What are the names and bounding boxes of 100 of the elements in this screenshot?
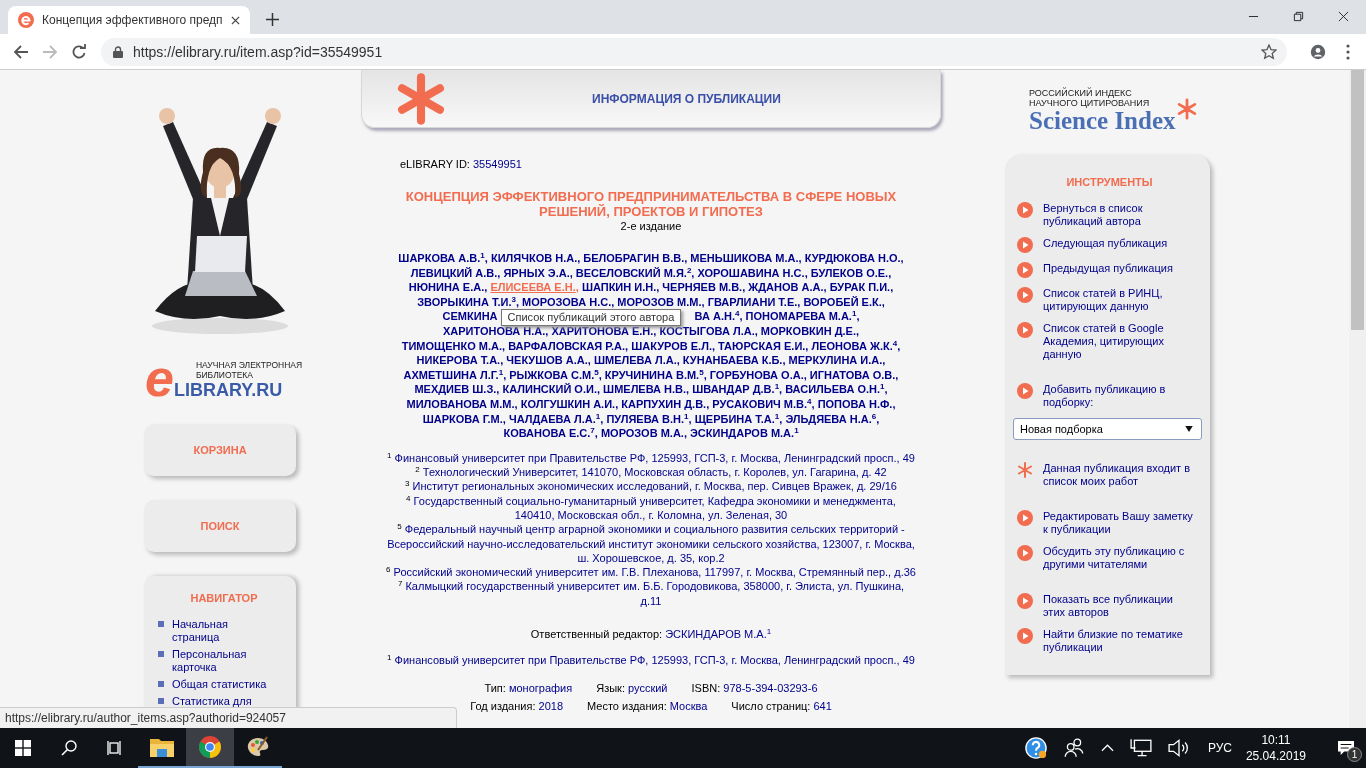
- tool-link[interactable]: Найти близкие по тематике публикации: [1043, 628, 1193, 654]
- author-link[interactable]: МОРКОВКИН Д.Е.,: [760, 324, 860, 337]
- collection-dropdown[interactable]: Новая подборка: [1013, 418, 1202, 440]
- help-icon[interactable]: [1024, 737, 1047, 759]
- clock[interactable]: 10:11 25.04.2019: [1245, 732, 1306, 764]
- author-link[interactable]: БУЛЕКОВ О.Е.,: [810, 266, 892, 279]
- close-tab-icon[interactable]: [230, 15, 240, 25]
- tool-link[interactable]: Список статей в РИНЦ, цитирующих данную: [1043, 287, 1193, 313]
- author-link[interactable]: МЕРКУЛИНА И.А.,: [788, 354, 886, 367]
- language-indicator[interactable]: РУС: [1207, 741, 1232, 755]
- author-link[interactable]: МОРОЗОВ М.А.,: [600, 427, 687, 440]
- reload-icon[interactable]: [71, 43, 87, 60]
- author-link[interactable]: РУСАКОВИЧ М.В.$^{4}$,: [712, 397, 815, 410]
- author-link[interactable]: ШМЕЛЕВА Л.А.,: [593, 354, 680, 367]
- address-bar[interactable]: https://elibrary.ru/item.asp?id=35549951: [101, 37, 1287, 66]
- author-link[interactable]: ШАПКИН И.Н.,: [581, 281, 660, 294]
- author-link[interactable]: ЖДАНОВ А.А.,: [748, 281, 827, 294]
- author-link[interactable]: ВАРФАЛОВСКАЯ Р.А.,: [508, 339, 629, 352]
- caret-icon: [1185, 426, 1193, 432]
- author-link[interactable]: НИКЕРОВА Т.А.,: [416, 354, 504, 367]
- navigator-link[interactable]: Общая статистика: [172, 678, 278, 691]
- author-link[interactable]: ЭСКИНДАРОВ М.А.$^{1}$: [690, 427, 799, 440]
- author-link[interactable]: МОРОЗОВА Н.С.,: [522, 295, 615, 308]
- author-link[interactable]: ЧЕРНЯЕВ М.В.,: [662, 281, 746, 294]
- author-link[interactable]: ГВАРЛИАНИ Т.Е.,: [707, 295, 801, 308]
- logo-wordmark[interactable]: Science Index: [1029, 108, 1176, 134]
- author-link[interactable]: МОРОЗОВ М.М.,: [617, 295, 705, 308]
- author-link[interactable]: ШАРКОВА Г.М.,: [422, 412, 506, 425]
- network-icon[interactable]: [1129, 737, 1152, 759]
- tooltip: Список публикаций этого автора: [500, 309, 682, 327]
- author-link[interactable]: ХАРИТОНОВА Е.Н.,: [551, 324, 657, 337]
- author-link[interactable]: НЮНИНА Е.А.,: [408, 281, 488, 294]
- author-link[interactable]: ИГНАТОВА О.В.,: [809, 368, 899, 381]
- author-link[interactable]: ПОПОВА Н.Ф.,: [817, 397, 896, 410]
- author-link[interactable]: ЯРНЫХ Э.А.,: [503, 266, 573, 279]
- author-link[interactable]: СЕМКИНА: [442, 310, 498, 323]
- author-link[interactable]: ВОРОБЕЙ Е.К.,: [803, 295, 885, 308]
- author-link[interactable]: КУНАНБАЕВА К.Б.,: [682, 354, 786, 367]
- author-link[interactable]: АХМЕТШИНА Л.Г.$^{1}$,: [403, 368, 507, 381]
- editor-name[interactable]: ЭСКИНДАРОВ М.А.$^{1}$: [665, 628, 772, 640]
- author-link[interactable]: КРУЧИНИНА В.М.$^{5}$,: [604, 368, 707, 381]
- author-link[interactable]: ЧЕКУШОВ А.А.,: [506, 354, 591, 367]
- author-link[interactable]: ПУЛЯЕВА В.Н.$^{1}$,: [606, 412, 692, 425]
- back-icon[interactable]: [13, 43, 29, 60]
- caret-icon[interactable]: [1100, 744, 1114, 752]
- author-link[interactable]: РЫЖКОВА С.М.$^{5}$,: [509, 368, 602, 381]
- author-link[interactable]: ШАРКОВА А.В.$^{1}$,: [398, 252, 488, 264]
- author-link[interactable]: ЗВОРЫКИНА Т.И.$^{3}$,: [417, 295, 519, 308]
- author-link[interactable]: ТИМОЩЕНКО М.А.,: [401, 339, 506, 352]
- author-link[interactable]: ЛЕВИЦКИЙ А.В.,: [410, 266, 501, 279]
- tool-link[interactable]: Показать все публикации этих авторов: [1043, 593, 1193, 619]
- author-link[interactable]: ТАЮРСКАЯ Е.И.,: [718, 339, 809, 352]
- author-link[interactable]: ШВАНДАР Д.В.$^{1}$,: [692, 383, 783, 396]
- author-link[interactable]: КУРДЮКОВА Н.О.,: [804, 252, 904, 264]
- author-link[interactable]: КОЛГУШКИН А.И.,: [520, 397, 619, 410]
- tool-link[interactable]: Добавить публикацию в подборку:: [1043, 383, 1193, 409]
- author-link[interactable]: КОСТЫГОВА Л.А.,: [659, 324, 758, 337]
- tool-link[interactable]: Следующая публикация: [1043, 237, 1193, 250]
- author-link[interactable]: МИЛОВАНОВА М.М.,: [406, 397, 518, 410]
- browser-tab[interactable]: Концепция эффективного предп: [8, 6, 250, 34]
- menu-icon[interactable]: [1346, 43, 1350, 60]
- author-link[interactable]: ШМЕЛЕВА Н.В.,: [603, 383, 690, 396]
- author-link[interactable]: ШАКУРОВ Е.Л.,: [631, 339, 715, 352]
- author-link[interactable]: ВЕСЕЛОВСКИЙ М.Я.$^{2}$,: [575, 266, 695, 279]
- new-tab-icon[interactable]: [265, 13, 279, 26]
- volume-icon[interactable]: [1167, 737, 1190, 759]
- navigator-link[interactable]: Статистика для: [172, 695, 278, 708]
- navigator-link[interactable]: Начальная страница: [172, 618, 278, 644]
- scrollbar[interactable]: [1349, 70, 1366, 728]
- author-link[interactable]: КАЛИНСКИЙ О.И.,: [502, 383, 600, 396]
- author-link[interactable]: ВА А.Н.$^{4}$,: [694, 310, 743, 323]
- tool-link[interactable]: Список статей в Google Академия, цитирующих данную: [1043, 322, 1193, 361]
- author-link[interactable]: КОВАНОВА Е.С.$^{7}$,: [503, 427, 598, 440]
- author-link[interactable]: МЕНЬШИКОВА М.А.,: [690, 252, 802, 264]
- author-link[interactable]: ЭЛЬДЯЕВА Н.А.$^{6}$,: [785, 412, 880, 425]
- author-link[interactable]: КИЛЯЧКОВ Н.А.,: [490, 252, 581, 264]
- author-link[interactable]: ПОНОМАРЕВА М.А.$^{1}$,: [745, 310, 860, 323]
- author-link[interactable]: МЕХДИЕВ Ш.З.,: [414, 383, 500, 396]
- bookmark-star-icon[interactable]: [1261, 43, 1277, 60]
- author-link[interactable]: ЩЕРБИНА Т.А.$^{1}$,: [694, 412, 783, 425]
- tool-link[interactable]: Предыдущая публикация: [1043, 262, 1193, 275]
- tool-link[interactable]: Данная публикация входит в список моих работ: [1043, 462, 1193, 488]
- author-link[interactable]: КАРПУХИН Д.В.,: [621, 397, 710, 410]
- author-link[interactable]: ГОРБУНОВА О.А.,: [709, 368, 807, 381]
- author-link[interactable]: ЛЕОНОВА Ж.К.$^{4}$,: [811, 339, 901, 352]
- author-link[interactable]: ХАРИТОНОВА Н.А.,: [442, 324, 549, 337]
- tool-link[interactable]: Вернуться в список публикаций автора: [1043, 202, 1193, 228]
- author-link[interactable]: ВАСИЛЬЕВА О.Н.$^{1}$,: [785, 383, 888, 396]
- author-link[interactable]: БУРАК П.И.,: [829, 281, 894, 294]
- tool-link[interactable]: Редактировать Вашу заметку к публикации: [1043, 510, 1193, 536]
- navigator-link[interactable]: Персональная карточка: [172, 648, 278, 674]
- author-link[interactable]: ЧАЛДАЕВА Л.А.$^{1}$,: [508, 412, 604, 425]
- logo-wordmark[interactable]: LIBRARY.RU: [173, 380, 306, 400]
- notification-count: 1: [1347, 747, 1362, 762]
- account-icon[interactable]: [1310, 43, 1326, 60]
- tool-link[interactable]: Обсудить эту публикацию с другими читателями: [1043, 545, 1193, 571]
- author-link[interactable]: ХОРОШАВИНА Н.С.,: [697, 266, 808, 279]
- people-icon[interactable]: [1062, 737, 1085, 759]
- taskbar-app[interactable]: [186, 728, 234, 768]
- author-link[interactable]: БЕЛОБРАГИН В.В.,: [583, 252, 688, 264]
